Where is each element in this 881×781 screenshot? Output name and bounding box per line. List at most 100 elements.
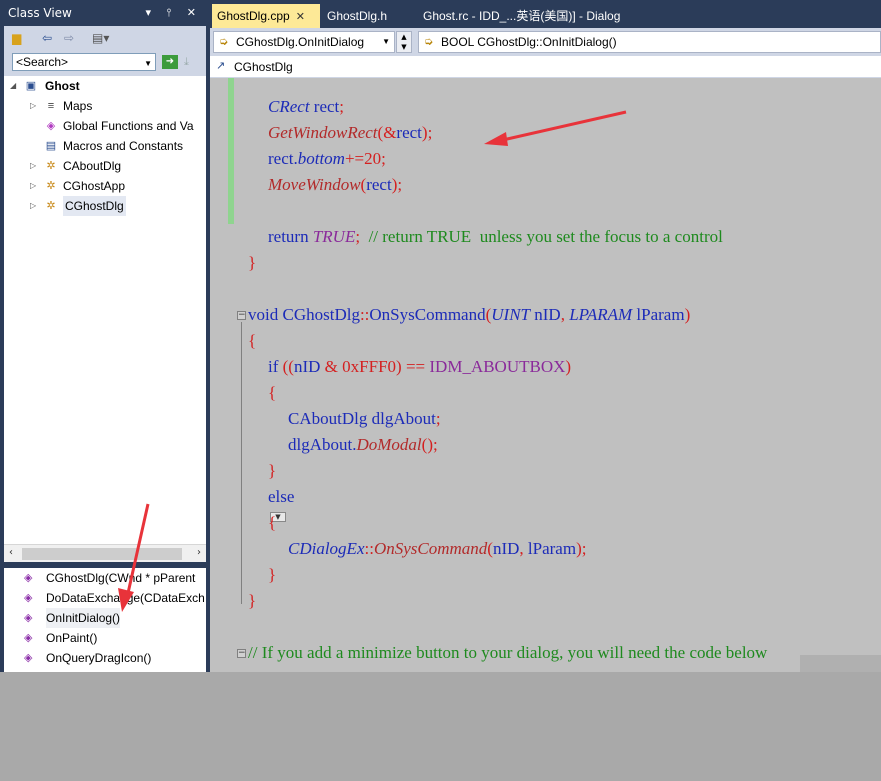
breadcrumb: ↗ CGhostDlg (210, 56, 881, 78)
method-icon: ◈ (24, 592, 33, 604)
editor-margin (210, 78, 228, 672)
change-indicator-bar (228, 78, 234, 224)
class-tree[interactable]: ◢ ▣ Ghost ▷ ≡ Maps ◈ Global Functions an… (4, 76, 206, 544)
collapse-icon[interactable]: ◢ (10, 76, 20, 96)
expand-icon[interactable]: ▷ (30, 196, 40, 216)
class-view-title: Class View (8, 6, 72, 20)
expand-icon[interactable]: ▷ (30, 176, 40, 196)
member-icon: ➭ (424, 36, 434, 48)
code-line: } (268, 565, 277, 584)
annotation-arrow (484, 110, 627, 146)
settings-dropdown-icon[interactable]: ▤▾ (92, 30, 109, 46)
code-line: else (268, 487, 295, 506)
horizontal-scrollbar[interactable]: ‹ › (4, 544, 206, 562)
code-pane[interactable]: CRect rect; GetWindowRect(&rect); rect.b… (210, 78, 881, 672)
ide-window: Class View ▾ ⫯ ✕ ▆ ⇦ ⇨ ▤▾ <Search> ▼ ➜ ⤓… (0, 0, 881, 781)
list-item[interactable]: ◈ OnPaint() (4, 628, 206, 648)
tree-item-label: CGhostApp (63, 179, 126, 193)
class-view-titlebar: Class View ▾ ⫯ ✕ (0, 2, 208, 24)
search-input[interactable]: <Search> ▼ (12, 53, 156, 71)
collapse-region-icon[interactable]: − (237, 311, 246, 320)
class-icon: ✲ (46, 180, 56, 192)
code-line: } (268, 461, 277, 480)
scroll-left-icon[interactable]: ‹ (9, 547, 13, 558)
scrollbar-thumb[interactable] (22, 548, 182, 560)
expand-icon[interactable]: ▷ (30, 156, 40, 176)
tree-item-label: Global Functions and Va (63, 119, 194, 133)
code-line: CRect rect; (268, 97, 345, 116)
tree-item-cghostdlg[interactable]: ▷ ✲ CGhostDlg (30, 196, 206, 216)
search-input-value: <Search> (16, 55, 69, 69)
scroll-right-icon[interactable]: › (197, 547, 201, 558)
tree-item-label: Macros and Constants (63, 139, 184, 153)
member-list[interactable]: ◈ CGhostDlg(CWnd * pParent ◈ DoDataExcha… (4, 568, 206, 672)
code-editor: GhostDlg.cpp ✕ GhostDlg.h Ghost.rc - IDD_… (210, 0, 881, 672)
member-dropdown[interactable]: ➭ BOOL CGhostDlg::OnInitDialog() (418, 31, 881, 53)
fold-guide-line (241, 322, 242, 604)
breadcrumb-label[interactable]: CGhostDlg (234, 56, 293, 78)
code-line: CDialogEx::OnSysCommand(nID, lParam); (288, 539, 587, 558)
navigation-bar: ➭ CGhostDlg.OnInitDialog ▼ ▲ ▼ ➭ BOOL CGh… (210, 28, 881, 56)
method-icon: ◈ (24, 612, 33, 624)
resize-grip[interactable] (800, 655, 881, 672)
tree-item-ghost[interactable]: ◢ ▣ Ghost (10, 76, 200, 96)
tree-item-cghostapp[interactable]: ▷ ✲ CGhostApp (30, 176, 206, 196)
code-line: if ((nID & 0xFFF0) == IDM_ABOUTBOX) (268, 357, 572, 376)
code-line: } (248, 591, 257, 610)
tab-ghostdlg-cpp[interactable]: GhostDlg.cpp ✕ (212, 4, 320, 28)
list-item[interactable]: ◈ DoDataExchange(CDataExch (4, 588, 206, 608)
new-folder-icon[interactable]: ▆ (12, 30, 21, 46)
chevron-down-icon[interactable]: ▼ (382, 32, 390, 52)
expand-icon[interactable]: ▷ (30, 96, 40, 116)
forward-arrow-icon[interactable]: ⇨ (64, 30, 74, 46)
tab-label: GhostDlg.h (327, 9, 388, 23)
method-icon: ◈ (24, 632, 33, 644)
tree-item-caboutdlg[interactable]: ▷ ✲ CAboutDlg (30, 156, 206, 176)
code-line: GetWindowRect(&rect); (268, 123, 433, 142)
class-arrow-icon: ↗ (216, 59, 226, 72)
back-arrow-icon[interactable]: ⇦ (42, 30, 52, 46)
tree-item-label: CAboutDlg (63, 159, 122, 173)
code-line: void CGhostDlg::OnSysCommand(UINT nID, L… (248, 305, 691, 324)
tree-item-global-functions[interactable]: ◈ Global Functions and Va (30, 116, 206, 136)
code-line: rect.bottom+=20; (268, 149, 386, 168)
annotation-arrow (118, 503, 150, 612)
tree-item-maps[interactable]: ▷ ≡ Maps (30, 96, 206, 116)
member-label: OnQueryDragIcon() (46, 651, 152, 665)
member-label: OnPaint() (46, 631, 98, 645)
scope-icon: ➭ (219, 36, 229, 48)
scope-spinner[interactable]: ▲ ▼ (396, 31, 412, 53)
code-line: { (248, 331, 257, 350)
tree-item-label: Ghost (45, 79, 80, 93)
class-icon: ✲ (46, 160, 56, 172)
document-tabs: GhostDlg.cpp ✕ GhostDlg.h Ghost.rc - IDD_… (210, 2, 881, 28)
tree-item-label: CGhostDlg (63, 196, 126, 216)
function-icon: ◈ (46, 120, 56, 132)
code-line: dlgAbout.DoModal(); (288, 435, 438, 454)
collapse-region-icon[interactable]: − (237, 649, 246, 658)
list-item[interactable]: ◈ CGhostDlg(CWnd * pParent (4, 568, 206, 588)
code-line: return TRUE; // return TRUE unless you s… (268, 227, 723, 246)
code-line: { (268, 513, 277, 532)
method-icon: ◈ (24, 652, 33, 664)
close-icon[interactable]: ✕ (296, 11, 305, 23)
list-item[interactable]: ◈ OnInitDialog() (4, 608, 206, 628)
tree-item-macros[interactable]: ▤ Macros and Constants (30, 136, 206, 156)
list-item[interactable]: ◈ OnQueryDragIcon() (4, 648, 206, 668)
member-label: OnInitDialog() (46, 608, 121, 628)
tab-ghostdlg-h[interactable]: GhostDlg.h (322, 4, 414, 28)
clear-search-icon[interactable]: ⤓ (184, 55, 200, 69)
macros-icon: ▤ (45, 140, 57, 152)
code-line: CAboutDlg dlgAbout; (288, 409, 441, 428)
scope-dropdown[interactable]: ➭ CGhostDlg.OnInitDialog ▼ (213, 31, 395, 53)
class-icon: ✲ (46, 200, 56, 212)
class-view-panel: Class View ▾ ⫯ ✕ ▆ ⇦ ⇨ ▤▾ <Search> ▼ ➜ ⤓… (0, 0, 210, 672)
panel-window-controls-icon[interactable]: ▾ ⫯ ✕ (145, 2, 202, 24)
scope-value: CGhostDlg.OnInitDialog (236, 35, 365, 49)
tab-label: GhostDlg.cpp (217, 9, 290, 23)
class-view-toolbar: ▆ ⇦ ⇨ ▤▾ (4, 26, 206, 50)
search-go-icon[interactable]: ➜ (162, 55, 178, 69)
code-line: } (248, 253, 257, 272)
tab-ghost-rc-dialog[interactable]: Ghost.rc - IDD_...英语(美国)] - Dialog (418, 4, 658, 28)
chevron-down-icon[interactable]: ▼ (144, 56, 152, 72)
